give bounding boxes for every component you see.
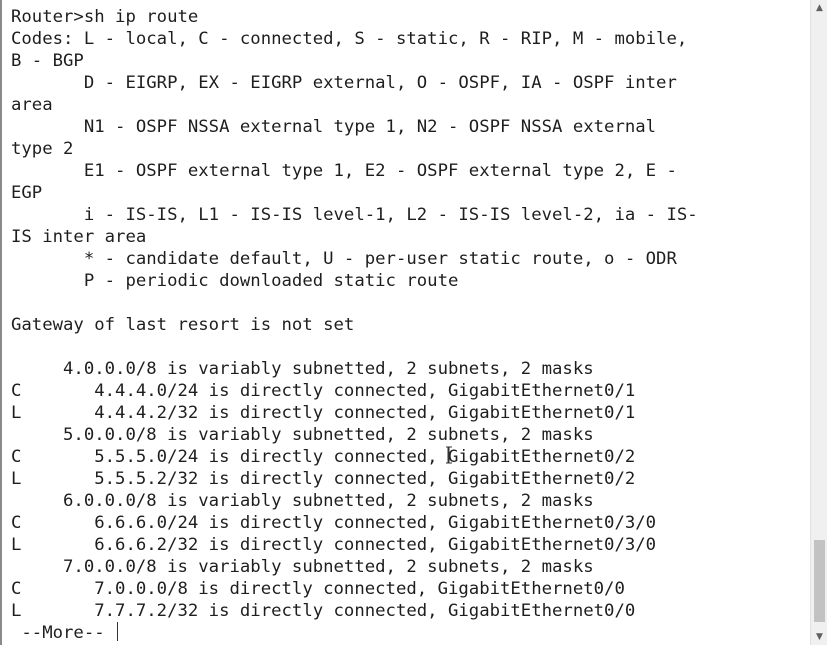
- terminal-line: L 5.5.5.2/32 is directly connected, Giga…: [11, 469, 636, 489]
- terminal-window[interactable]: Router>sh ip route Codes: L - local, C - …: [0, 0, 810, 645]
- terminal-line: 7.0.0.0/8 is variably subnetted, 2 subne…: [11, 557, 594, 577]
- vertical-scrollbar[interactable]: ▲ ▼: [810, 0, 827, 645]
- terminal-line: Codes: L - local, C - connected, S - sta…: [11, 29, 688, 49]
- terminal-line: area: [11, 95, 53, 115]
- terminal-line: EGP: [11, 183, 43, 203]
- scroll-up-icon[interactable]: ▲: [814, 3, 825, 13]
- terminal-line: 5.0.0.0/8 is variably subnetted, 2 subne…: [11, 425, 594, 445]
- text-cursor-icon: [446, 446, 452, 464]
- scrollbar-thumb[interactable]: [814, 540, 825, 622]
- terminal-line: D - EIGRP, EX - EIGRP external, O - OSPF…: [11, 73, 677, 93]
- terminal-line: Router>sh ip route: [11, 7, 199, 27]
- scroll-down-icon[interactable]: ▼: [814, 632, 825, 642]
- terminal-line: 4.0.0.0/8 is variably subnetted, 2 subne…: [11, 359, 594, 379]
- terminal-line: L 7.7.7.2/32 is directly connected, Giga…: [11, 601, 636, 621]
- terminal-line: 6.0.0.0/8 is variably subnetted, 2 subne…: [11, 491, 594, 511]
- terminal-line: IS inter area: [11, 227, 147, 247]
- terminal-line: type 2: [11, 139, 74, 159]
- terminal-line: L 4.4.4.2/32 is directly connected, Giga…: [11, 403, 636, 423]
- terminal-line: L 6.6.6.2/32 is directly connected, Giga…: [11, 535, 657, 555]
- more-prompt-line: --More--: [11, 622, 698, 644]
- terminal-line: Gateway of last resort is not set: [11, 315, 355, 335]
- terminal-line: C 5.5.5.0/24 is directly connected, Giga…: [11, 447, 636, 467]
- terminal-line: C 7.0.0.0/8 is directly connected, Gigab…: [11, 579, 625, 599]
- input-caret: [117, 622, 119, 641]
- terminal-line: N1 - OSPF NSSA external type 1, N2 - OSP…: [11, 117, 657, 137]
- terminal-line: * - candidate default, U - per-user stat…: [11, 249, 677, 269]
- terminal-line: P - periodic downloaded static route: [11, 271, 459, 291]
- terminal-line: C 4.4.4.0/24 is directly connected, Giga…: [11, 381, 636, 401]
- terminal-output: Router>sh ip route Codes: L - local, C - …: [11, 6, 698, 644]
- terminal-line: i - IS-IS, L1 - IS-IS level-1, L2 - IS-I…: [11, 205, 698, 225]
- terminal-line: E1 - OSPF external type 1, E2 - OSPF ext…: [11, 161, 677, 181]
- terminal-line: B - BGP: [11, 51, 84, 71]
- more-prompt: --More--: [11, 623, 116, 643]
- terminal-line: C 6.6.6.0/24 is directly connected, Giga…: [11, 513, 657, 533]
